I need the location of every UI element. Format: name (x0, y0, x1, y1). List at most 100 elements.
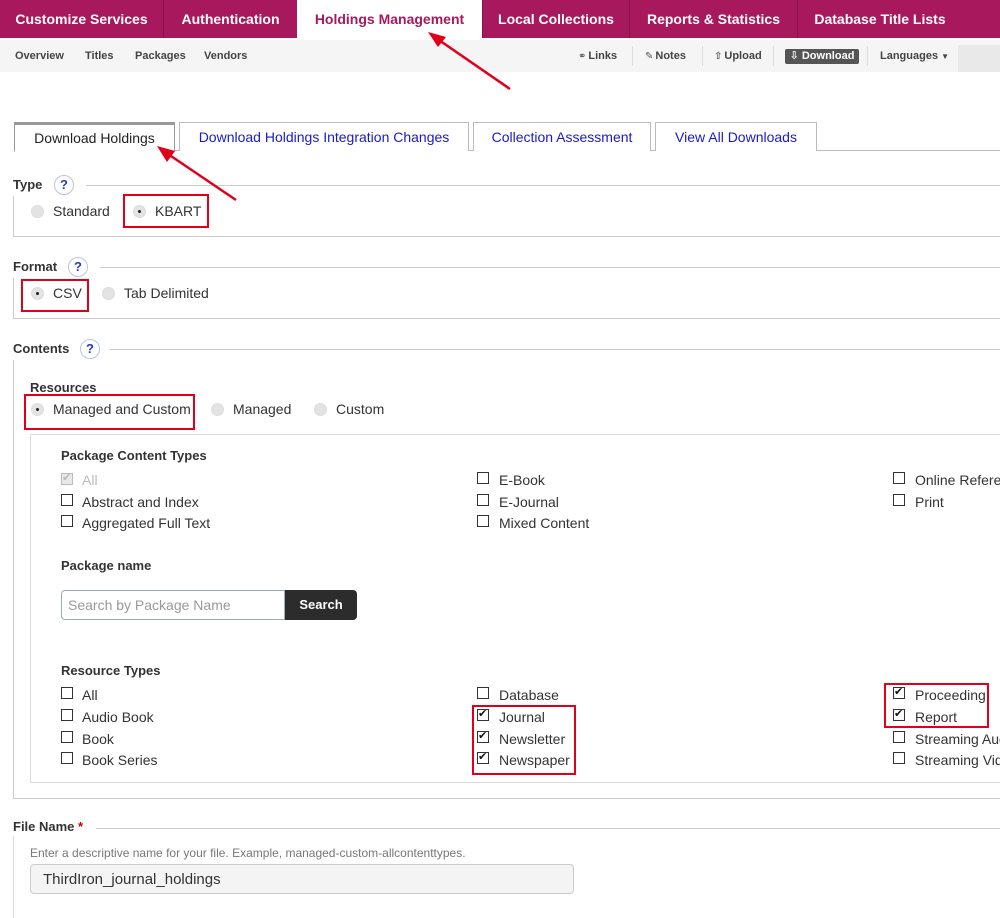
pct-abstract-index-label: Abstract and Index (82, 494, 199, 510)
annotation-box-journal-newsletter-newspaper (472, 705, 576, 775)
pct-ejournal-label: E-Journal (499, 494, 559, 510)
upload-icon: ⇧ (714, 51, 723, 62)
pct-mixed-content-label: Mixed Content (499, 515, 590, 531)
package-content-types-label: Package Content Types (61, 448, 207, 463)
rt-book-label: Book (82, 731, 114, 747)
rt-streaming-video-checkbox[interactable] (893, 752, 905, 764)
divider (773, 46, 774, 66)
top-tab-local-collections[interactable]: Local Collections (482, 0, 629, 38)
pct-online-reference-label: Online Reference (915, 472, 1000, 488)
tab-collection-assessment[interactable]: Collection Assessment (473, 122, 651, 151)
divider (867, 46, 868, 66)
subnav-extra-area (958, 45, 1000, 72)
annotation-box-csv (21, 279, 89, 312)
caret-down-icon: ▼ (941, 52, 950, 61)
arrow-to-download-holdings-tab (157, 146, 237, 202)
rt-book-series-checkbox[interactable] (61, 752, 73, 764)
download-label: Download (801, 50, 855, 62)
type-label: Type (13, 177, 43, 192)
pct-all-label: All (82, 472, 98, 488)
languages-dropdown[interactable]: Languages ▼ (880, 50, 949, 62)
rt-streaming-video-label: Streaming Video (915, 752, 1000, 768)
rt-all-checkbox[interactable] (61, 687, 73, 699)
package-name-label: Package name (61, 558, 152, 573)
rt-book-checkbox[interactable] (61, 731, 73, 743)
file-name-input[interactable] (30, 864, 574, 894)
file-name-hint: Enter a descriptive name for your file. … (30, 846, 466, 860)
pct-aggregated-full-text-checkbox[interactable] (61, 515, 73, 527)
subnav-packages[interactable]: Packages (135, 50, 186, 62)
pct-print-label: Print (915, 494, 944, 510)
pct-print-checkbox[interactable] (893, 494, 905, 506)
subnav-upload[interactable]: ⇧ Upload (714, 50, 762, 62)
type-standard-label: Standard (53, 203, 110, 219)
subnav-titles[interactable]: Titles (85, 50, 114, 62)
file-name-label-text: File Name (13, 819, 75, 834)
annotation-box-kbart (123, 194, 209, 228)
pct-ebook-label: E-Book (499, 472, 545, 488)
package-search-button[interactable]: Search (285, 590, 357, 620)
contents-help-icon[interactable]: ? (80, 339, 100, 359)
link-icon: ⚭ (578, 51, 587, 62)
file-name-label: File Name * (13, 819, 83, 834)
rt-database-checkbox[interactable] (477, 687, 489, 699)
tab-view-all-downloads[interactable]: View All Downloads (655, 122, 817, 151)
pct-ebook-checkbox[interactable] (477, 472, 489, 484)
resources-managed-label: Managed (233, 401, 292, 417)
rt-book-series-label: Book Series (82, 752, 158, 768)
top-tab-authentication[interactable]: Authentication (163, 0, 297, 38)
subnav-overview[interactable]: Overview (15, 50, 64, 62)
divider (13, 836, 14, 918)
pct-all-checkbox[interactable] (61, 471, 73, 485)
pct-abstract-index-checkbox[interactable] (61, 494, 73, 506)
divider (13, 236, 1000, 237)
divider (702, 46, 703, 66)
resources-label: Resources (30, 380, 97, 395)
subnav-upload-label: Upload (724, 50, 762, 62)
top-tab-database-title-lists[interactable]: Database Title Lists (797, 0, 962, 38)
divider (110, 349, 1000, 350)
divider (13, 798, 1000, 799)
download-icon: ⇩ (789, 50, 799, 62)
rt-audio-book-checkbox[interactable] (61, 709, 73, 721)
rt-all-label: All (82, 687, 98, 703)
top-tab-holdings-management[interactable]: Holdings Management (297, 0, 482, 40)
subnav-notes[interactable]: ✎ Notes (645, 50, 686, 62)
pct-ejournal-checkbox[interactable] (477, 494, 489, 506)
languages-label: Languages (880, 50, 939, 62)
rt-streaming-audio-label: Streaming Audio (915, 731, 1000, 747)
pct-mixed-content-checkbox[interactable] (477, 515, 489, 527)
annotation-box-proceeding-report (884, 683, 989, 728)
required-mark: * (78, 819, 84, 834)
notes-icon: ✎ (645, 51, 654, 62)
rt-database-label: Database (499, 687, 559, 703)
download-button[interactable]: ⇩ Download (785, 49, 859, 64)
top-tab-customize-services[interactable]: Customize Services (0, 0, 163, 38)
rt-audio-book-label: Audio Book (82, 709, 154, 725)
rt-streaming-audio-checkbox[interactable] (893, 731, 905, 743)
contents-label: Contents (13, 341, 70, 356)
resources-managed-radio[interactable] (211, 403, 224, 416)
top-tab-reports-statistics[interactable]: Reports & Statistics (629, 0, 797, 38)
annotation-box-managed-custom (24, 394, 195, 430)
tab-download-holdings-integration-changes[interactable]: Download Holdings Integration Changes (179, 122, 469, 151)
divider (13, 278, 14, 318)
divider (100, 267, 1000, 268)
format-help-icon[interactable]: ? (68, 257, 88, 277)
divider (13, 360, 14, 798)
package-name-search-input[interactable] (61, 590, 285, 620)
subnav-vendors[interactable]: Vendors (204, 50, 247, 62)
resources-custom-radio[interactable] (314, 403, 327, 416)
type-standard-radio[interactable] (31, 205, 44, 218)
divider (13, 196, 14, 236)
top-nav: Customize Services Authentication Holdin… (0, 0, 1000, 40)
format-tab-delimited-radio[interactable] (102, 287, 115, 300)
tab-download-holdings[interactable]: Download Holdings (14, 122, 175, 152)
format-tab-delimited-label: Tab Delimited (124, 285, 209, 301)
pct-online-reference-checkbox[interactable] (893, 472, 905, 484)
type-help-icon[interactable]: ? (54, 175, 74, 195)
subnav-links-label: Links (588, 50, 618, 62)
divider (632, 46, 633, 66)
resource-types-label: Resource Types (61, 663, 161, 678)
subnav-links[interactable]: ⚭ Links (578, 50, 617, 62)
